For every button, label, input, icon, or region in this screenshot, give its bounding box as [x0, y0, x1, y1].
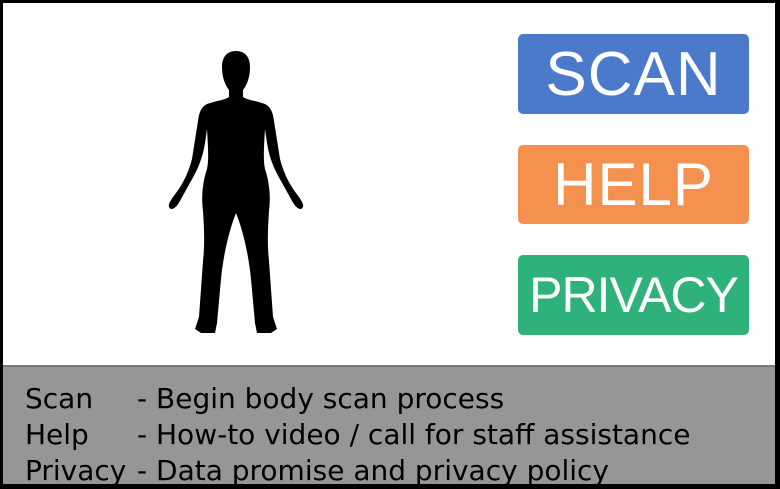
- body-silhouette-icon: [168, 51, 304, 333]
- legend-description: - How-to video / call for staff assistan…: [137, 417, 691, 451]
- legend-description: - Begin body scan process: [137, 381, 505, 415]
- legend-term: Help: [25, 417, 89, 451]
- kiosk-screen: SCAN HELP PRIVACY Scan - Begin body scan…: [2, 2, 776, 485]
- legend-panel: Scan - Begin body scan process Help - Ho…: [3, 365, 775, 485]
- scan-button[interactable]: SCAN: [518, 34, 749, 114]
- legend-row-help: Help - How-to video / call for staff ass…: [25, 416, 775, 452]
- legend-term: Privacy: [25, 453, 127, 485]
- legend-term: Scan: [25, 381, 94, 415]
- legend-row-privacy: Privacy - Data promise and privacy polic…: [25, 452, 775, 485]
- privacy-button[interactable]: PRIVACY: [518, 255, 749, 335]
- legend-description: - Data promise and privacy policy: [137, 453, 609, 485]
- help-button[interactable]: HELP: [518, 145, 749, 224]
- legend-row-scan: Scan - Begin body scan process: [25, 380, 775, 416]
